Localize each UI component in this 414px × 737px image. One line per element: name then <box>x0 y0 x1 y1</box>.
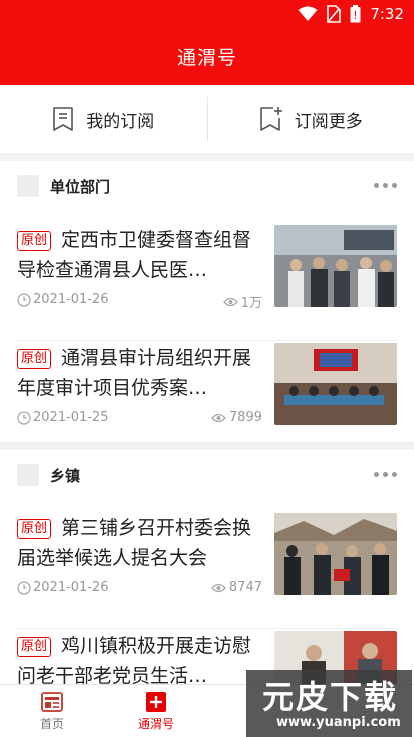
plus-square-icon <box>146 691 166 712</box>
article-thumbnail[interactable] <box>274 225 397 307</box>
article-date: 2021-01-26 <box>17 580 109 595</box>
article-views-text: 8747 <box>228 580 262 595</box>
article-title-text: 第三铺乡召开村委会换届选举候选人提名大会 <box>17 517 252 569</box>
bookmark-list-icon <box>53 107 74 131</box>
article-title-text: 鸡川镇积极开展走访慰问老干部老党员生活… <box>17 635 252 687</box>
article-divider <box>17 628 397 629</box>
page-title: 通渭号 <box>176 47 237 69</box>
article-item[interactable]: 原创 通渭县审计局组织开展年度审计项目优秀案… 2021-01-25 7899 <box>0 343 414 459</box>
article-divider <box>17 340 397 341</box>
article-meta: 2021-01-26 1万 <box>17 292 262 312</box>
section-header: 单位部门 <box>0 161 414 209</box>
no-sim-icon <box>327 5 342 23</box>
app-root: ! 7:32 通渭号 我的订阅 订阅更多 单位部门 原创 定西市卫健委督查组督导检… <box>0 0 414 737</box>
article-views-text: 1万 <box>240 296 262 311</box>
article-date: 2021-01-26 <box>17 292 109 307</box>
subscribe-more-button[interactable]: 订阅更多 <box>208 85 414 153</box>
article-date-text: 2021-01-26 <box>33 580 109 595</box>
eye-icon <box>222 297 238 306</box>
section-name[interactable]: 乡镇 <box>50 465 80 486</box>
tab-home-label: 首页 <box>39 716 64 731</box>
article-title: 原创 通渭县审计局组织开展年度审计项目优秀案… <box>17 343 262 403</box>
subscription-bar: 我的订阅 订阅更多 <box>0 85 414 153</box>
clock: 7:32 <box>370 5 404 23</box>
section-units: 单位部门 原创 定西市卫健委督查组督导检查通渭县人民医… 2021-01-26 1… <box>0 161 414 442</box>
clock-icon <box>17 292 31 307</box>
bookmark-add-icon <box>259 107 282 131</box>
article-title: 原创 第三铺乡召开村委会换届选举候选人提名大会 <box>17 513 262 573</box>
article-date: 2021-01-25 <box>17 410 109 425</box>
article-text: 原创 第三铺乡召开村委会换届选举候选人提名大会 2021-01-26 8747 <box>17 513 262 595</box>
article-thumbnail[interactable] <box>274 513 397 595</box>
article-title: 原创 鸡川镇积极开展走访慰问老干部老党员生活… <box>17 631 262 691</box>
watermark-url: www.yuanpi.com <box>276 715 401 730</box>
section-towns: 乡镇 原创 第三铺乡召开村委会换届选举候选人提名大会 2021-01-26 874… <box>0 450 414 687</box>
clock-icon <box>17 580 31 595</box>
article-item[interactable]: 原创 第三铺乡召开村委会换届选举候选人提名大会 2021-01-26 8747 <box>0 513 414 629</box>
article-text: 原创 定西市卫健委督查组督导检查通渭县人民医… 2021-01-26 1万 <box>17 225 262 311</box>
my-subscriptions-button[interactable]: 我的订阅 <box>0 85 207 153</box>
article-text: 原创 通渭县审计局组织开展年度审计项目优秀案… 2021-01-25 7899 <box>17 343 262 425</box>
svg-text:!: ! <box>354 9 358 22</box>
eye-icon <box>211 583 226 592</box>
status-icons: ! 7:32 <box>298 5 404 23</box>
original-badge: 原创 <box>17 637 52 657</box>
tab-home[interactable]: 首页 <box>0 685 104 737</box>
more-options-icon[interactable] <box>374 472 397 477</box>
tab-tongwei-label: 通渭号 <box>137 716 174 731</box>
wifi-icon <box>298 6 318 21</box>
battery-icon: ! <box>350 5 361 23</box>
section-name[interactable]: 单位部门 <box>50 176 110 197</box>
clock-icon <box>17 410 31 425</box>
app-header: 通渭号 <box>0 28 414 85</box>
news-icon <box>41 691 63 712</box>
article-views: 1万 <box>222 292 262 311</box>
original-badge: 原创 <box>17 519 52 539</box>
article-title: 原创 定西市卫健委督查组督导检查通渭县人民医… <box>17 225 262 285</box>
subscribe-more-label: 订阅更多 <box>294 111 363 132</box>
section-header: 乡镇 <box>0 450 414 498</box>
article-meta: 2021-01-26 8747 <box>17 580 262 600</box>
article-views-text: 7899 <box>228 410 262 425</box>
watermark: 元皮下载 www.yuanpi.com <box>246 670 412 737</box>
status-bar: ! 7:32 <box>0 0 414 28</box>
original-badge: 原创 <box>17 231 52 251</box>
section-logo <box>17 464 39 486</box>
article-item[interactable]: 原创 定西市卫健委督查组督导检查通渭县人民医… 2021-01-26 1万 <box>0 225 414 341</box>
article-date-text: 2021-01-26 <box>33 292 109 307</box>
my-subscriptions-label: 我的订阅 <box>86 111 155 132</box>
original-badge: 原创 <box>17 349 52 369</box>
article-thumbnail[interactable] <box>274 343 397 425</box>
eye-icon <box>211 413 226 422</box>
watermark-text: 元皮下载 <box>262 678 399 716</box>
article-date-text: 2021-01-25 <box>33 410 109 425</box>
article-views: 8747 <box>211 580 262 595</box>
article-title-text: 定西市卫健委督查组督导检查通渭县人民医… <box>17 229 252 281</box>
tab-tongwei[interactable]: 通渭号 <box>104 685 208 737</box>
article-title-text: 通渭县审计局组织开展年度审计项目优秀案… <box>17 347 252 399</box>
article-meta: 2021-01-25 7899 <box>17 410 262 430</box>
section-logo <box>17 175 39 197</box>
article-views: 7899 <box>211 410 262 425</box>
more-options-icon[interactable] <box>374 183 397 188</box>
article-text: 原创 鸡川镇积极开展走访慰问老干部老党员生活… <box>17 631 262 691</box>
